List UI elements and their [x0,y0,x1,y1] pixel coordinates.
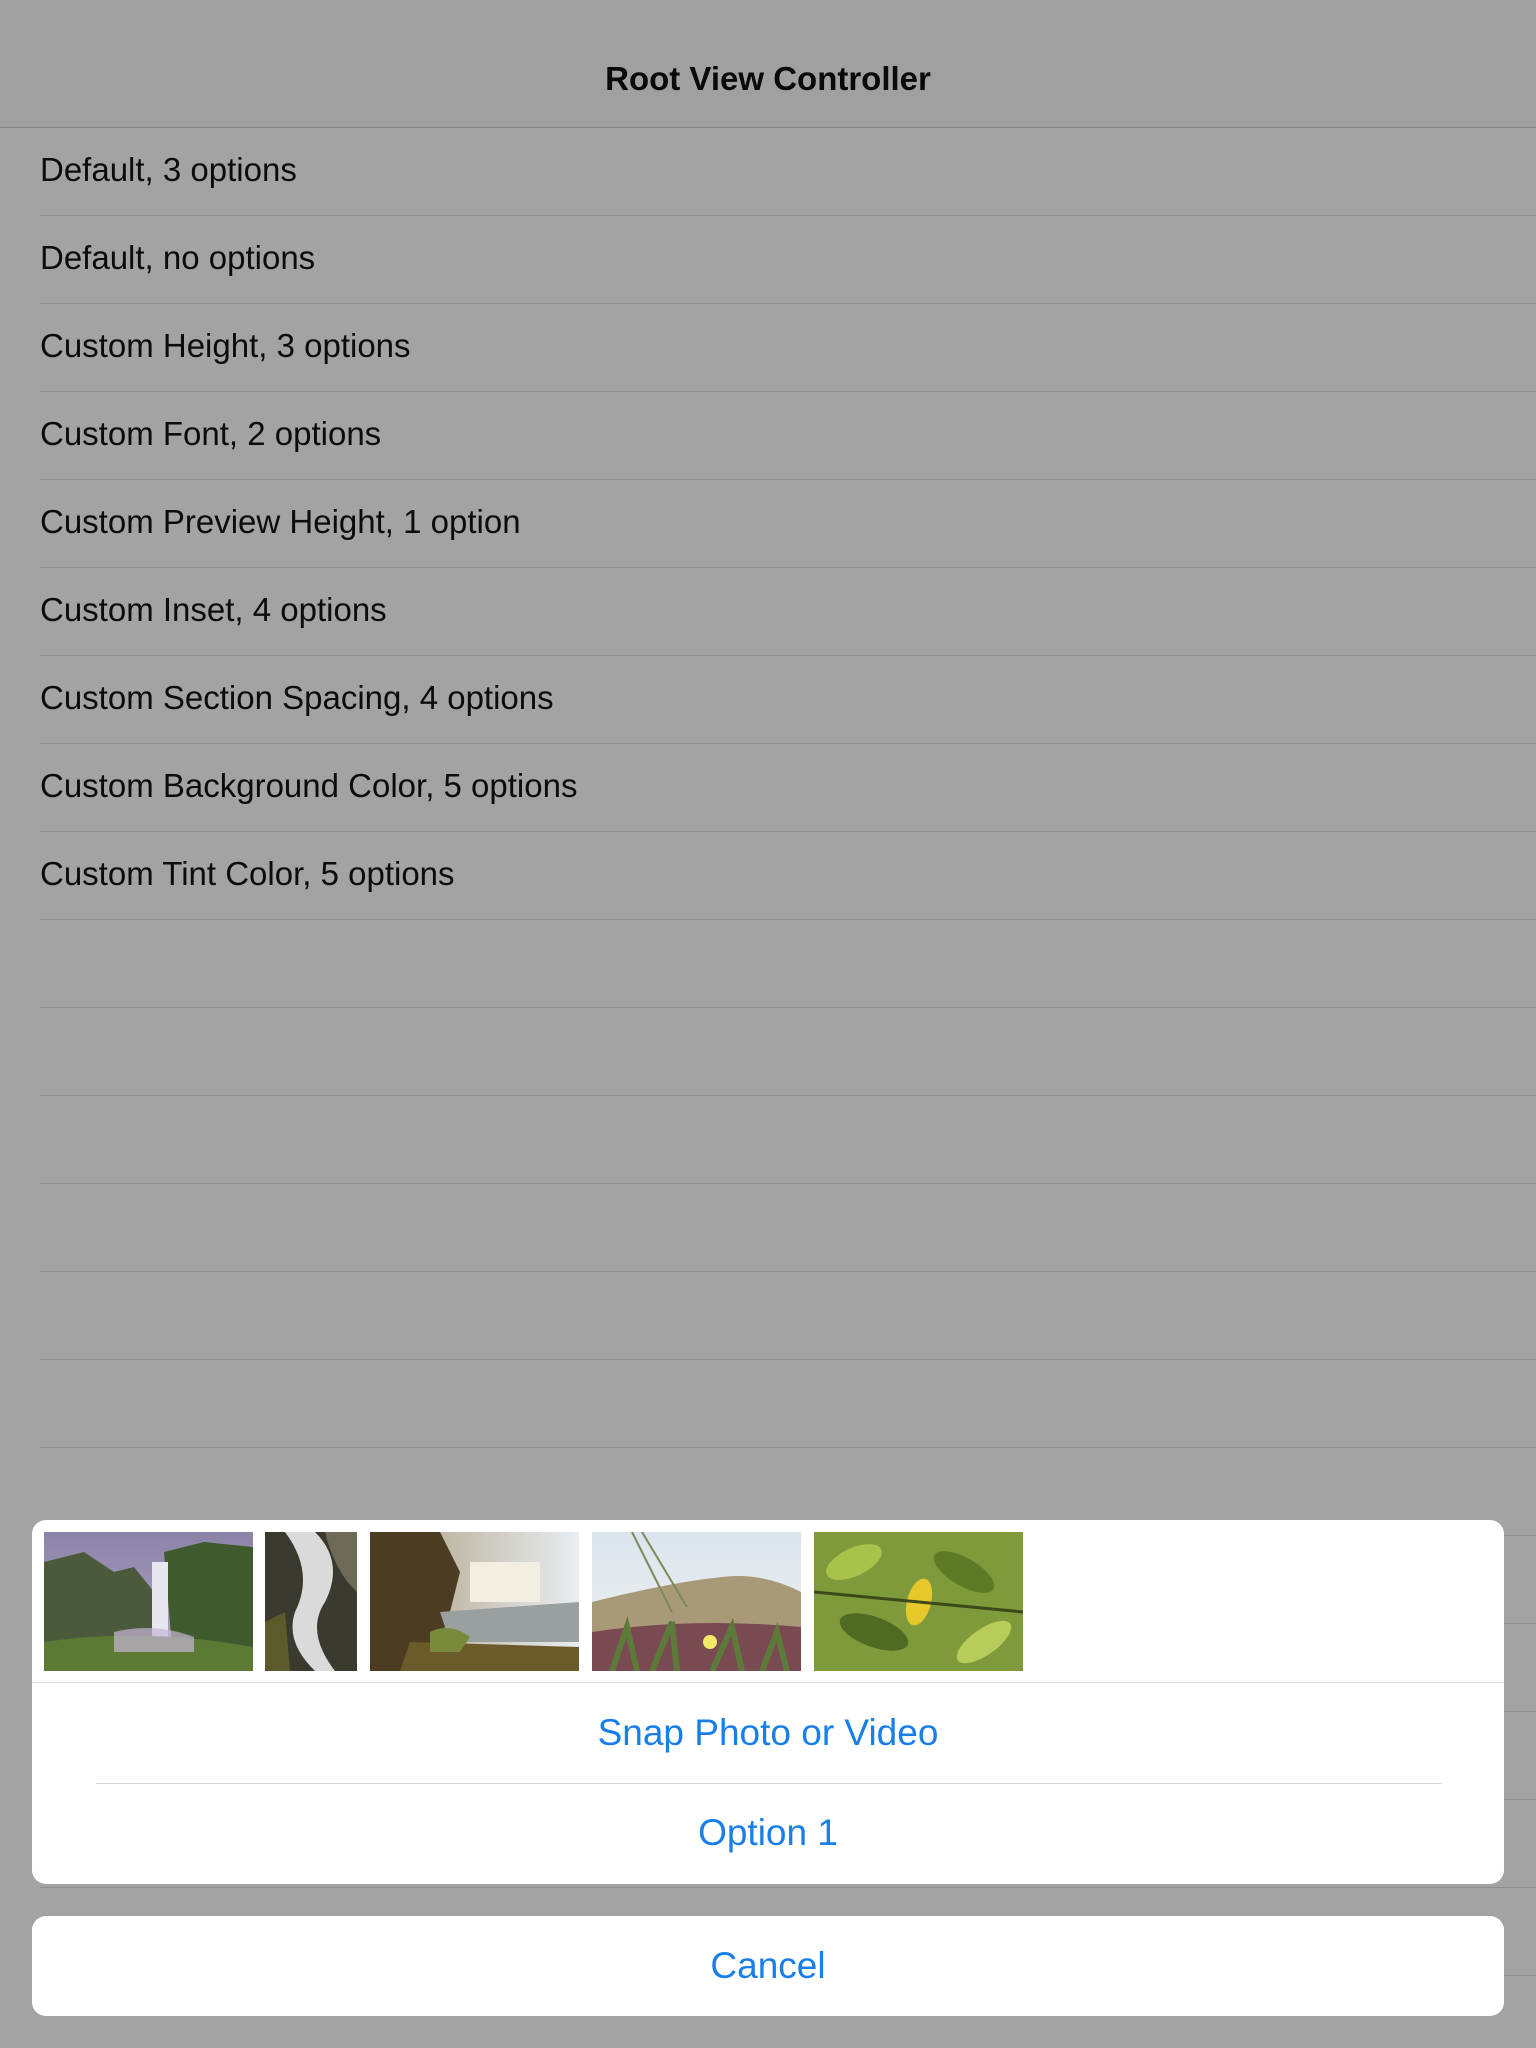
photo-thumbnail-waterfall-rocks[interactable] [370,1532,579,1671]
empty-table-row [40,1184,1536,1272]
row-label: Default, no options [40,239,316,276]
table-row[interactable]: Custom Tint Color, 5 options [40,832,1536,920]
empty-table-row [40,920,1536,1008]
action-sheet: Snap Photo or Video Option 1 [32,1520,1504,1884]
row-label: Custom Height, 3 options [40,327,411,364]
empty-table-row [40,1272,1536,1360]
table-row[interactable]: Custom Preview Height, 1 option [40,480,1536,568]
cancel-button[interactable]: Cancel [32,1916,1504,2016]
row-label: Custom Section Spacing, 4 options [40,679,554,716]
table-row[interactable]: Default, no options [40,216,1536,304]
table-row[interactable]: Custom Background Color, 5 options [40,744,1536,832]
option-1-button[interactable]: Option 1 [32,1783,1504,1883]
table-row[interactable]: Custom Section Spacing, 4 options [40,656,1536,744]
row-label: Custom Inset, 4 options [40,591,387,628]
table-row[interactable]: Custom Height, 3 options [40,304,1536,392]
row-label: Custom Background Color, 5 options [40,767,578,804]
empty-table-row [40,1008,1536,1096]
row-label: Custom Tint Color, 5 options [40,855,455,892]
table-row[interactable]: Custom Inset, 4 options [40,568,1536,656]
table-row[interactable]: Custom Font, 2 options [40,392,1536,480]
navigation-bar: Root View Controller [0,0,1536,128]
empty-table-row [40,1360,1536,1448]
photo-thumbnail-waterfall-closeup[interactable] [265,1532,357,1671]
photo-thumbnail-leaves-yellow[interactable] [814,1532,1023,1671]
row-label: Custom Preview Height, 1 option [40,503,521,540]
photo-thumbnail-waterfall-cliff[interactable] [44,1532,253,1671]
empty-table-row [40,1096,1536,1184]
photo-thumbnail-dune-grass-flowers[interactable] [592,1532,801,1671]
table-row[interactable]: Default, 3 options [40,128,1536,216]
row-label: Default, 3 options [40,151,297,188]
snap-photo-button[interactable]: Snap Photo or Video [32,1683,1504,1783]
page-title: Root View Controller [605,60,931,97]
row-label: Custom Font, 2 options [40,415,382,452]
photo-preview-strip[interactable] [32,1520,1504,1683]
screen: Root View Controller Default, 3 options … [0,0,1536,2048]
